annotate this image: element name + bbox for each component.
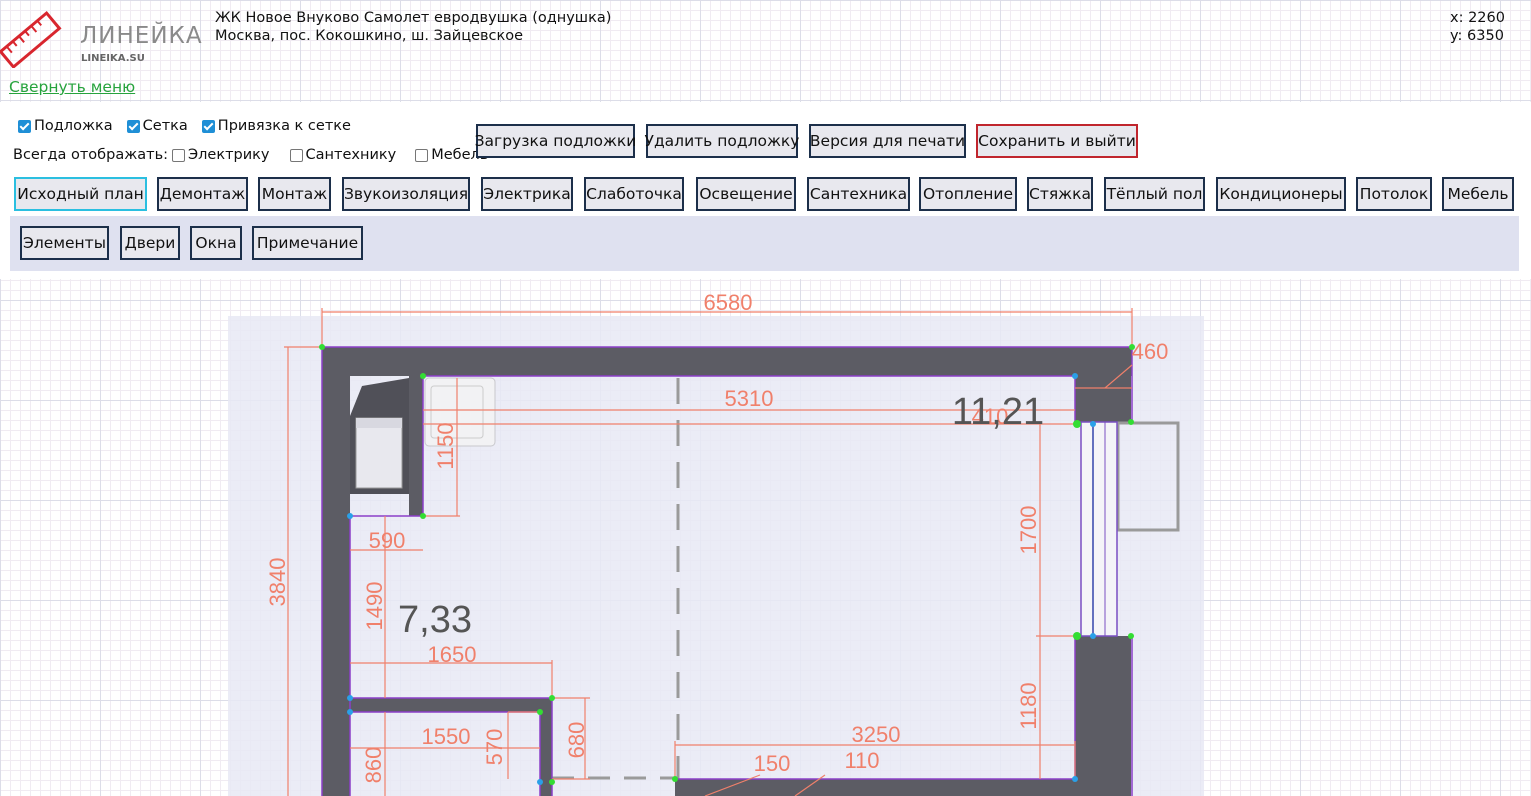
underlay-checkbox[interactable] [18,119,31,133]
tab-heating[interactable]: Отопление [919,177,1017,211]
dim-6580: 6580 [704,290,753,315]
subtab-doors[interactable]: Двери [120,226,180,260]
subtab-elements[interactable]: Элементы [20,226,109,260]
floor-plan-canvas[interactable]: 6580 460 5310 410 1150 590 3840 1490 170… [0,280,1531,796]
electric-checkbox[interactable] [172,148,186,162]
snap-label: Привязка к сетке [217,118,351,134]
plumbing-checkbox[interactable] [289,148,303,162]
plumbing-label: Сантехнику [305,147,397,163]
grid-checkbox[interactable] [126,119,140,133]
dim-3250: 3250 [852,722,901,747]
tab-plumbing[interactable]: Сантехника [807,177,910,211]
cursor-y: y: 6350 [1450,28,1504,44]
dim-1700: 1700 [1016,506,1041,555]
area-room: 7,33 [398,599,472,641]
save-exit-button[interactable]: Сохранить и выйти [976,124,1138,158]
electric-option[interactable]: Электрику [172,147,270,163]
cursor-x: x: 2260 [1450,10,1505,26]
dim-1150: 1150 [433,422,458,469]
tab-ceiling[interactable]: Потолок [1356,177,1432,211]
snap-option[interactable]: Привязка к сетке [201,118,351,134]
dim-3840: 3840 [265,558,290,607]
area-kitchen: 11,21 [952,391,1044,433]
tab-installation[interactable]: Монтаж [258,177,331,211]
plumbing-option[interactable]: Сантехнику [289,147,397,163]
cursor-coordinates: x: 2260 y: 6350 [1450,9,1505,45]
tab-demolition[interactable]: Демонтаж [157,177,248,211]
underlay-option[interactable]: Подложка [18,118,113,134]
dim-5310: 5310 [725,386,774,411]
print-version-button[interactable]: Версия для печати [809,124,966,158]
tab-screed[interactable]: Стяжка [1027,177,1093,211]
dim-460: 460 [1132,339,1169,364]
collapse-menu-link[interactable]: Свернуть меню [9,78,135,96]
tab-electrics[interactable]: Электрика [481,177,573,211]
dim-1550: 1550 [422,724,471,749]
dim-590: 590 [369,528,406,553]
grid-label: Сетка [142,118,188,134]
grid-option[interactable]: Сетка [126,118,188,134]
tab-warm-floor[interactable]: Тёплый пол [1104,177,1205,211]
dim-1650: 1650 [428,642,477,667]
tab-source-plan[interactable]: Исходный план [14,177,147,211]
always-show-label: Всегда отображать: [13,147,169,163]
tab-lighting[interactable]: Освещение [696,177,796,211]
furniture-checkbox[interactable] [415,148,429,162]
view-options: Подложка Сетка Привязка к сетке [18,118,365,134]
load-underlay-button[interactable]: Загрузка подложки [475,124,636,158]
tab-furniture[interactable]: Мебель [1442,177,1514,211]
snap-checkbox[interactable] [201,119,215,133]
logo[interactable]: ЛИНЕЙКА LINEIKA.SU [0,6,210,68]
project-address: Москва, пос. Кокошкино, ш. Зайцевское [215,28,524,44]
dim-1180: 1180 [1016,682,1041,729]
dim-1490: 1490 [362,582,387,631]
always-show-options: Всегда отображать: Электрику Сантехнику … [13,147,502,163]
subtab-note[interactable]: Примечание [252,226,363,260]
logo-text: ЛИНЕЙКА [80,23,203,49]
dim-680: 680 [564,722,589,759]
tab-soundproofing[interactable]: Звукоизоляция [342,177,470,211]
dim-150: 150 [754,751,791,776]
dim-860: 860 [361,747,386,784]
ruler-logo-icon [0,10,62,68]
dim-570: 570 [482,729,507,766]
dim-110: 110 [844,748,879,773]
tab-air-conditioners[interactable]: Кондиционеры [1216,177,1346,211]
electric-label: Электрику [188,147,270,163]
subtab-windows[interactable]: Окна [190,226,242,260]
project-info: ЖК Новое Внуково Самолет евродвушка (одн… [215,9,611,45]
delete-underlay-button[interactable]: Удалить подложку [645,124,799,158]
project-title: ЖК Новое Внуково Самолет евродвушка (одн… [215,10,612,26]
underlay-label: Подложка [34,118,113,134]
logo-site: LINEIKA.SU [81,53,145,64]
tab-low-current[interactable]: Слаботочка [584,177,684,211]
